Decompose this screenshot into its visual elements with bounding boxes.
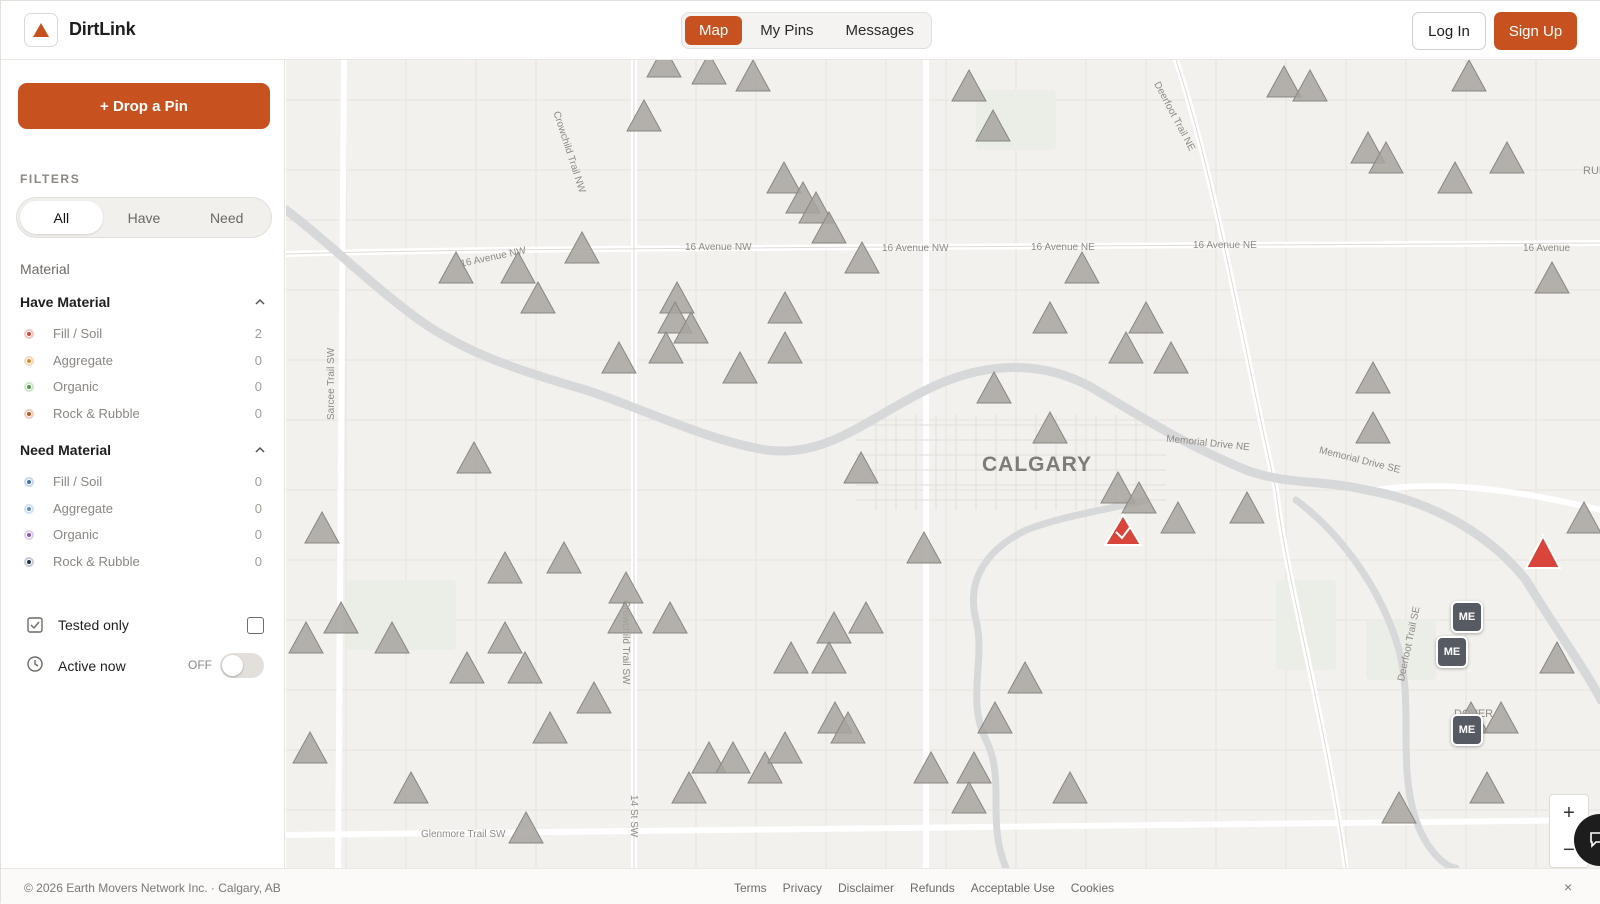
row-count: 0: [254, 353, 262, 368]
row-label: Organic: [53, 379, 99, 394]
have-organic-row[interactable]: Organic 0: [23, 378, 266, 398]
fill-soil-dot-icon: [24, 477, 34, 487]
row-count: 0: [254, 554, 262, 569]
chat-icon: [1590, 832, 1600, 848]
need-rock-rubble-row[interactable]: Rock & Rubble 0: [23, 553, 266, 573]
clock-icon: [27, 656, 43, 672]
active-now-toggle[interactable]: [220, 653, 264, 678]
material-label: Material: [20, 261, 70, 277]
row-count: 2: [254, 326, 262, 341]
top-header: DirtLink Map My Pins Messages Log In Sig…: [1, 1, 1600, 60]
tested-only-filter: Tested only: [26, 614, 264, 638]
tab-my-pins[interactable]: My Pins: [746, 16, 827, 45]
row-label: Organic: [53, 527, 99, 542]
tab-map[interactable]: Map: [685, 16, 743, 45]
logo[interactable]: [24, 13, 58, 47]
have-material-title: Have Material: [20, 294, 111, 310]
row-label: Fill / Soil: [53, 326, 103, 341]
row-label: Rock & Rubble: [53, 406, 140, 421]
organic-dot-icon: [24, 530, 34, 540]
row-count: 0: [254, 379, 262, 394]
row-label: Fill / Soil: [53, 474, 103, 489]
footer-link-acceptable-use[interactable]: Acceptable Use: [971, 881, 1055, 895]
copyright-text: © 2026 Earth Movers Network Inc. · Calga…: [24, 881, 281, 895]
my-location-badge[interactable]: ME: [1451, 601, 1483, 633]
logo-triangle-icon: [33, 23, 49, 37]
footer-link-privacy[interactable]: Privacy: [783, 881, 822, 895]
filter-sidebar: + Drop a Pin FILTERS All Have Need Mater…: [1, 60, 285, 868]
need-fill-soil-row[interactable]: Fill / Soil 0: [23, 473, 266, 493]
active-now-label: Active now: [58, 658, 126, 674]
pin-layer: [288, 60, 1600, 844]
row-count: 0: [254, 474, 262, 489]
segment-have[interactable]: Have: [103, 201, 186, 234]
tested-only-label: Tested only: [58, 617, 129, 633]
tab-messages[interactable]: Messages: [832, 16, 928, 45]
footer-links: Terms Privacy Disclaimer Refunds Accepta…: [734, 881, 1114, 895]
login-button[interactable]: Log In: [1412, 12, 1486, 50]
have-need-segmented-control: All Have Need: [16, 197, 272, 238]
footer-link-refunds[interactable]: Refunds: [910, 881, 955, 895]
need-organic-row[interactable]: Organic 0: [23, 526, 266, 546]
row-count: 0: [254, 406, 262, 421]
app-window: DirtLink Map My Pins Messages Log In Sig…: [0, 0, 1600, 904]
row-label: Aggregate: [53, 501, 113, 516]
main-nav: Map My Pins Messages: [681, 12, 932, 49]
rock-rubble-dot-icon: [24, 409, 34, 419]
have-rock-rubble-row[interactable]: Rock & Rubble 0: [23, 405, 266, 425]
fill-soil-dot-icon: [24, 329, 34, 339]
active-now-filter: Active now OFF: [26, 653, 264, 678]
need-material-header[interactable]: Need Material: [20, 442, 266, 458]
have-aggregate-row[interactable]: Aggregate 0: [23, 352, 266, 372]
tested-only-checkbox[interactable]: [247, 617, 264, 634]
aggregate-dot-icon: [24, 356, 34, 366]
brand-name[interactable]: DirtLink: [69, 19, 136, 40]
need-aggregate-row[interactable]: Aggregate 0: [23, 500, 266, 520]
footer-bar: © 2026 Earth Movers Network Inc. · Calga…: [1, 868, 1600, 904]
organic-dot-icon: [24, 382, 34, 392]
drop-pin-button[interactable]: + Drop a Pin: [18, 83, 270, 129]
map-canvas[interactable]: 16 Avenue NW 16 Avenue NW 16 Avenue NW 1…: [286, 60, 1600, 868]
aggregate-dot-icon: [24, 504, 34, 514]
checklist-icon: [27, 617, 43, 633]
my-location-badge[interactable]: ME: [1451, 714, 1483, 746]
rock-rubble-dot-icon: [24, 557, 34, 567]
footer-link-terms[interactable]: Terms: [734, 881, 767, 895]
row-label: Aggregate: [53, 353, 113, 368]
row-label: Rock & Rubble: [53, 554, 140, 569]
segment-all[interactable]: All: [20, 201, 103, 234]
filters-heading: FILTERS: [20, 172, 81, 186]
pin-markers[interactable]: [288, 60, 1600, 844]
my-location-badge[interactable]: ME: [1436, 636, 1468, 668]
footer-link-disclaimer[interactable]: Disclaimer: [838, 881, 894, 895]
have-material-header[interactable]: Have Material: [20, 294, 266, 310]
close-icon[interactable]: ×: [1564, 879, 1572, 895]
active-now-state: OFF: [188, 658, 212, 672]
signup-button[interactable]: Sign Up: [1494, 12, 1577, 50]
chevron-up-icon: [255, 298, 265, 305]
row-count: 0: [254, 527, 262, 542]
row-count: 0: [254, 501, 262, 516]
segment-need[interactable]: Need: [185, 201, 268, 234]
toggle-knob: [222, 655, 243, 676]
need-material-title: Need Material: [20, 442, 112, 458]
have-fill-soil-row[interactable]: Fill / Soil 2: [23, 325, 266, 345]
footer-link-cookies[interactable]: Cookies: [1071, 881, 1114, 895]
chevron-up-icon: [255, 446, 265, 453]
